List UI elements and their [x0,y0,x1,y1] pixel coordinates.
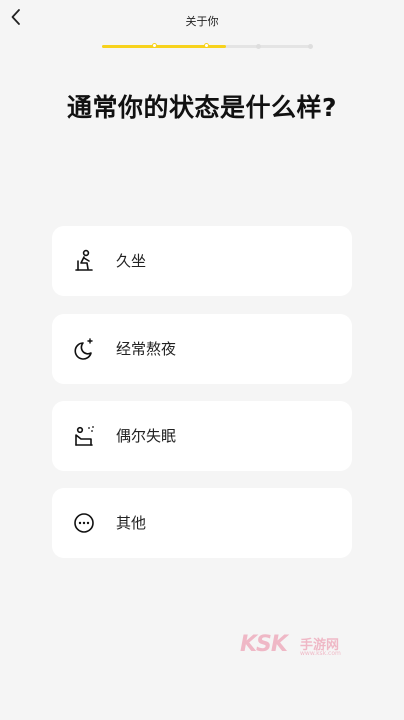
progress-step-dot [256,44,261,49]
more-dots-icon [72,511,96,535]
option-insomnia[interactable]: 偶尔失眠 [52,401,352,471]
watermark-url: www.ksk.com [300,650,341,657]
watermark-logo: KSK 手游网 www.ksk.com [240,632,350,660]
question-heading: 通常你的状态是什么样? [66,93,337,122]
top-bar: 关于你 [0,0,404,56]
watermark-main: KSK [240,632,288,657]
option-stay-up-late[interactable]: 经常熬夜 [52,314,352,384]
option-other[interactable]: 其他 [52,488,352,558]
progress-step-dot [204,43,209,48]
option-label: 其他 [116,514,147,532]
page-title: 关于你 [185,15,219,28]
option-sitting[interactable]: 久坐 [52,226,352,296]
progress-step-dot [308,44,313,49]
moon-star-icon [72,337,96,361]
option-label: 偶尔失眠 [116,427,177,445]
option-label: 久坐 [116,252,147,270]
sitting-person-icon [72,249,96,273]
progress-bar [102,43,313,49]
progress-step-dot [152,43,157,48]
option-label: 经常熬夜 [116,340,177,358]
sleeping-person-icon [72,424,96,448]
